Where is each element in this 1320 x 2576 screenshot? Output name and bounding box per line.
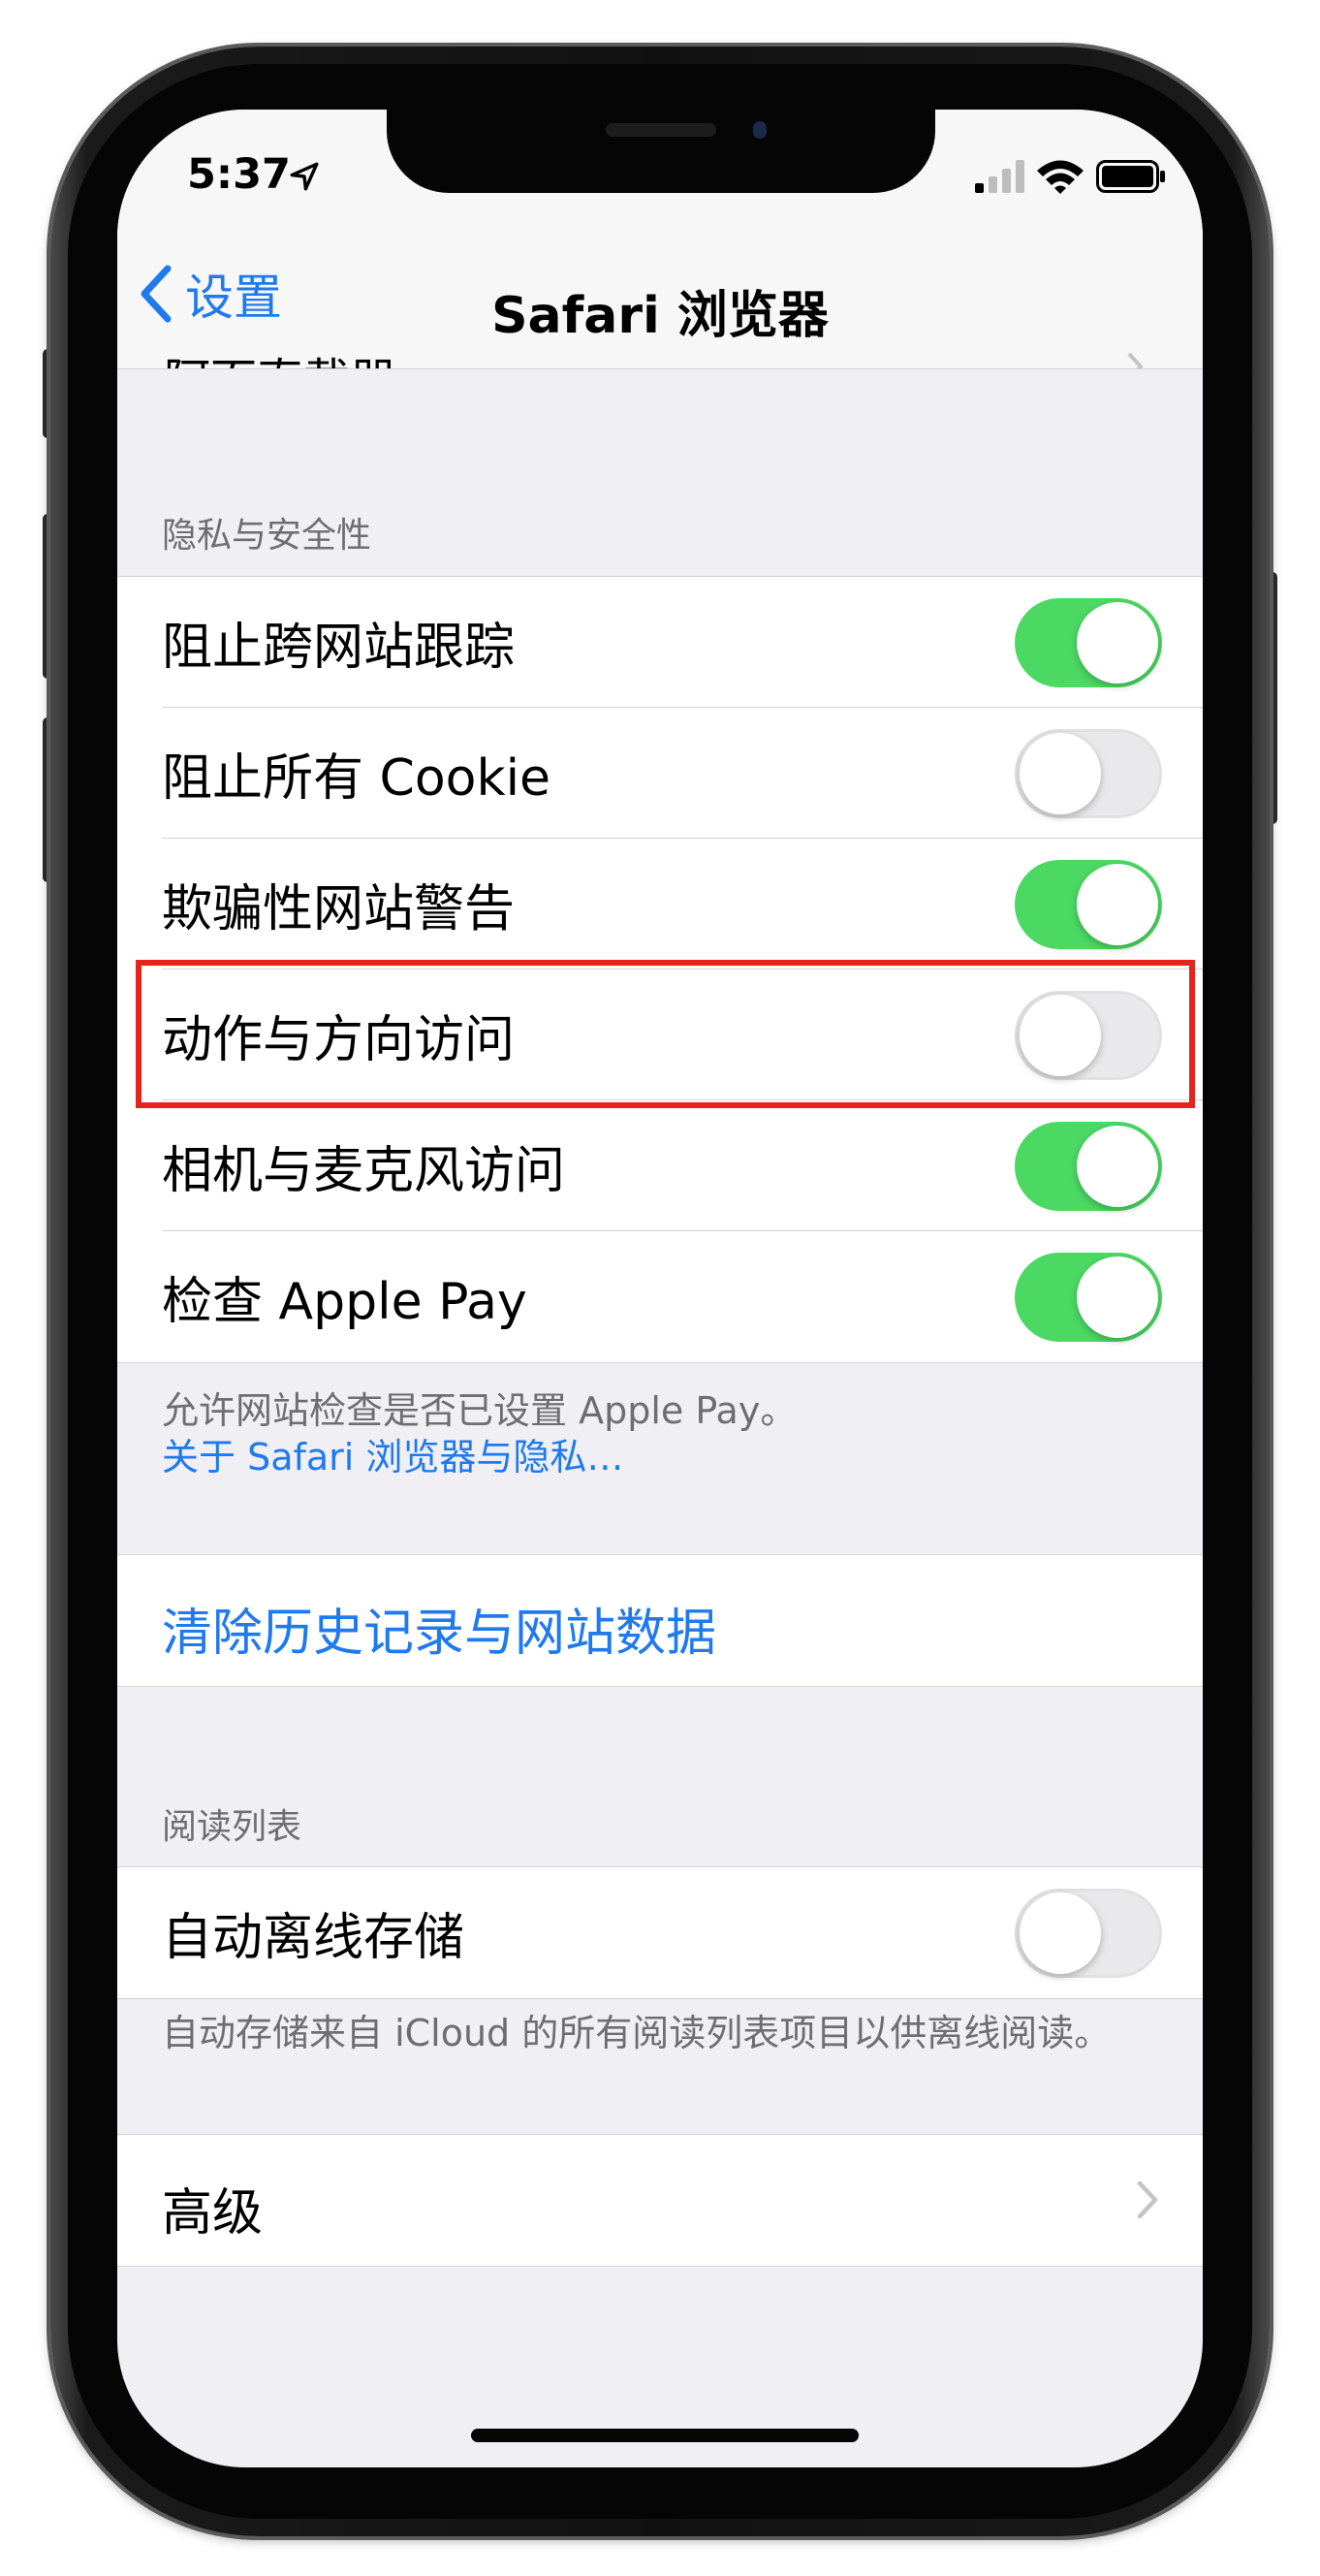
motion-orientation-toggle[interactable] <box>1015 991 1162 1080</box>
chevron-right-icon <box>1137 2180 1158 2219</box>
wifi-icon <box>1037 160 1084 194</box>
reading-list-footer: 自动存储来自 iCloud 的所有阅读列表项目以供离线阅读。 <box>162 2012 1112 2054</box>
row-label: 阻止跨网站跟踪 <box>162 619 516 677</box>
settings-row-fraud-warning[interactable]: 欺骗性网站警告 <box>117 839 1203 970</box>
apple-pay-toggle[interactable] <box>1015 1253 1162 1342</box>
row-label: 自动离线存储 <box>162 1909 465 1967</box>
section-header-reading-list: 阅读列表 <box>162 1807 302 1847</box>
toggle-knob <box>1077 1256 1158 1338</box>
advanced-label: 高级 <box>162 2184 264 2242</box>
chevron-right-icon <box>1127 352 1144 368</box>
notch <box>387 110 935 193</box>
screen: 5:37 设置 Safari 浏览器 阿面直载器 <box>117 110 1203 2467</box>
section-header-privacy: 隐私与安全性 <box>162 516 372 556</box>
row-label: 阻止所有 Cookie <box>162 749 551 808</box>
offline-save-toggle[interactable] <box>1015 1889 1162 1978</box>
settings-row-block-cookies[interactable]: 阻止所有 Cookie <box>117 708 1203 839</box>
status-time: 5:37 <box>187 150 291 199</box>
toggle-knob <box>1020 733 1101 814</box>
privacy-group: 阻止跨网站跟踪 阻止所有 Cookie 欺骗性网站警告 动作与方向访问 相机与麦… <box>117 576 1203 1363</box>
row-label: 检查 Apple Pay <box>162 1273 527 1331</box>
reading-list-group: 自动离线存储 <box>117 1866 1203 1999</box>
fraud-warning-toggle[interactable] <box>1015 860 1162 949</box>
row-label: 相机与麦克风访问 <box>162 1142 566 1200</box>
home-indicator[interactable] <box>471 2429 859 2442</box>
toggle-knob <box>1020 1892 1101 1974</box>
toggle-knob <box>1077 1126 1158 1207</box>
front-camera <box>753 121 767 139</box>
page-title: Safari 浏览器 <box>491 287 829 345</box>
toggle-knob <box>1020 995 1101 1076</box>
camera-mic-toggle[interactable] <box>1015 1122 1162 1211</box>
row-label: 动作与方向访问 <box>162 1011 516 1069</box>
row-label: 欺骗性网站警告 <box>162 880 516 938</box>
navigation-bar: 设置 Safari 浏览器 阿面直载器 <box>117 216 1203 369</box>
advanced-row[interactable]: 高级 <box>117 2134 1203 2267</box>
partial-row-label: 阿面直载器 <box>164 342 396 368</box>
privacy-footer-link[interactable]: 关于 Safari 浏览器与隐私… <box>162 1434 797 1480</box>
settings-row-block-tracking[interactable]: 阻止跨网站跟踪 <box>117 577 1203 708</box>
cellular-signal-icon <box>975 160 1024 193</box>
battery-icon <box>1096 160 1165 193</box>
block-cookies-toggle[interactable] <box>1015 729 1162 818</box>
speaker-grill <box>606 123 716 137</box>
privacy-footer-text: 允许网站检查是否已设置 Apple Pay。 <box>162 1389 798 1432</box>
clear-history-button[interactable]: 清除历史记录与网站数据 <box>162 1592 716 1665</box>
clear-history-row[interactable]: 清除历史记录与网站数据 <box>117 1554 1203 1687</box>
privacy-footer: 允许网站检查是否已设置 Apple Pay。 关于 Safari 浏览器与隐私… <box>162 1387 797 1480</box>
settings-row-apple-pay[interactable]: 检查 Apple Pay <box>117 1231 1203 1362</box>
location-arrow-icon <box>290 162 319 191</box>
settings-row-camera-mic[interactable]: 相机与麦克风访问 <box>117 1100 1203 1231</box>
toggle-knob <box>1077 602 1158 684</box>
block-tracking-toggle[interactable] <box>1015 598 1162 687</box>
settings-row-motion-orientation[interactable]: 动作与方向访问 <box>117 970 1203 1100</box>
toggle-knob <box>1077 864 1158 945</box>
settings-row-offline-save[interactable]: 自动离线存储 <box>117 1867 1203 1998</box>
